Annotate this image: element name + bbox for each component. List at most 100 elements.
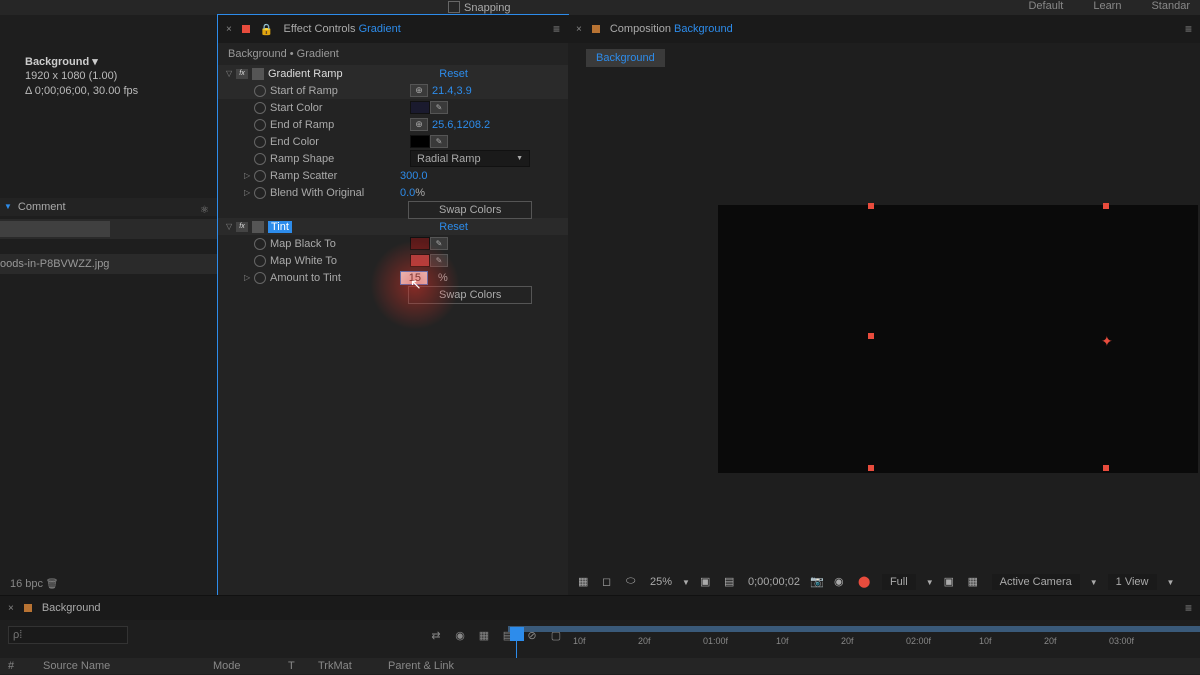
eyedropper-icon[interactable]: ✎ bbox=[430, 237, 448, 250]
toggle-icon[interactable]: ▤ bbox=[724, 575, 738, 589]
lock-icon[interactable]: 🔒 bbox=[260, 23, 274, 36]
views-dropdown[interactable]: 1 View bbox=[1108, 574, 1157, 590]
color-swatch[interactable] bbox=[410, 254, 430, 267]
transform-handle[interactable] bbox=[868, 203, 874, 209]
stopwatch-icon[interactable] bbox=[254, 187, 266, 199]
chevron-down-icon[interactable]: ▽ bbox=[226, 222, 236, 231]
close-icon[interactable]: × bbox=[8, 603, 14, 614]
effect-name-gradient-ramp[interactable]: Gradient Ramp bbox=[268, 68, 439, 80]
chevron-right-icon[interactable]: ▷ bbox=[244, 188, 254, 197]
stopwatch-icon[interactable] bbox=[254, 119, 266, 131]
workspace-default[interactable]: Default bbox=[1028, 0, 1063, 12]
shy-icon[interactable]: ▦ bbox=[476, 627, 492, 643]
col-trkmat[interactable]: TrkMat bbox=[318, 660, 368, 672]
timeline-tab[interactable]: Background bbox=[42, 602, 101, 614]
snapshot-icon[interactable]: ◉ bbox=[834, 575, 848, 589]
composition-frame[interactable] bbox=[718, 205, 1198, 473]
value-end-of-ramp[interactable]: 25.6,1208.2 bbox=[432, 119, 490, 131]
col-number[interactable]: # bbox=[8, 660, 23, 672]
chevron-down-icon[interactable]: ▽ bbox=[226, 69, 236, 78]
eyedropper-icon[interactable]: ✎ bbox=[430, 135, 448, 148]
close-icon[interactable]: × bbox=[576, 24, 582, 35]
flowchart-tab[interactable]: Background bbox=[586, 49, 665, 67]
bpc-button[interactable]: 16 bpc bbox=[10, 578, 43, 590]
fx-badge-icon[interactable]: fx bbox=[236, 222, 248, 232]
composition-mini-flowchart-icon[interactable]: ⇄ bbox=[428, 627, 444, 643]
swap-colors-button[interactable]: Swap Colors bbox=[408, 286, 532, 304]
transparency-icon[interactable]: ▦ bbox=[968, 575, 982, 589]
project-file-row[interactable]: oods-in-P8BVWZZ.jpg bbox=[0, 254, 218, 274]
mask-icon[interactable]: ◻ bbox=[602, 575, 616, 589]
transform-handle[interactable] bbox=[868, 333, 874, 339]
stopwatch-icon[interactable] bbox=[254, 255, 266, 267]
close-icon[interactable]: × bbox=[226, 24, 232, 35]
snapping-checkbox[interactable] bbox=[448, 1, 460, 13]
stopwatch-icon[interactable] bbox=[254, 136, 266, 148]
col-mode[interactable]: Mode bbox=[213, 660, 268, 672]
col-parent[interactable]: Parent & Link bbox=[388, 660, 454, 672]
panel-menu-icon[interactable]: ≡ bbox=[1185, 22, 1192, 36]
panel-title: Effect Controls bbox=[284, 23, 356, 35]
color-swatch[interactable] bbox=[410, 101, 430, 114]
panel-menu-icon[interactable]: ≡ bbox=[1185, 601, 1192, 615]
time-ruler[interactable]: 10f 20f 01:00f 10f 20f 02:00f 10f 20f 03… bbox=[508, 631, 1200, 651]
panel-menu-icon[interactable]: ≡ bbox=[553, 22, 560, 36]
color-swatch[interactable] bbox=[410, 135, 430, 148]
current-timecode[interactable]: 0;00;00;02 bbox=[748, 576, 800, 588]
value-start-of-ramp[interactable]: 21.4,3.9 bbox=[432, 85, 472, 97]
value-blend[interactable]: 0.0 bbox=[400, 187, 415, 199]
chevron-right-icon[interactable]: ▷ bbox=[244, 171, 254, 180]
camera-dropdown[interactable]: Active Camera bbox=[992, 574, 1080, 590]
reset-button[interactable]: Reset bbox=[439, 68, 468, 80]
stopwatch-icon[interactable] bbox=[254, 238, 266, 250]
region-icon[interactable]: ▣ bbox=[944, 575, 958, 589]
draft-3d-icon[interactable]: ◉ bbox=[452, 627, 468, 643]
color-swatch[interactable] bbox=[410, 237, 430, 250]
zoom-dropdown[interactable]: 25% bbox=[650, 576, 672, 588]
3d-icon[interactable]: ⬭ bbox=[626, 575, 640, 589]
workspace-standard[interactable]: Standar bbox=[1151, 0, 1190, 12]
stopwatch-icon[interactable] bbox=[254, 85, 266, 97]
col-source-name[interactable]: Source Name bbox=[43, 660, 193, 672]
eyedropper-icon[interactable]: ✎ bbox=[430, 254, 448, 267]
stopwatch-icon[interactable] bbox=[254, 170, 266, 182]
panel-title-layer[interactable]: Gradient bbox=[359, 23, 401, 35]
crosshair-button[interactable]: ⊕ bbox=[410, 84, 428, 97]
grid-icon[interactable]: ▦ bbox=[578, 575, 592, 589]
prop-map-white: Map White To bbox=[270, 255, 410, 267]
timeline-search-input[interactable] bbox=[8, 626, 128, 644]
comment-header[interactable]: Comment bbox=[18, 201, 214, 213]
composition-name[interactable]: Background ▾ bbox=[25, 55, 193, 69]
project-panel: Background ▾ 1920 x 1080 (1.00) Δ 0;00;0… bbox=[0, 15, 218, 595]
active-indicator-icon bbox=[592, 25, 600, 33]
eyedropper-icon[interactable]: ✎ bbox=[430, 101, 448, 114]
resolution-dropdown[interactable]: Full bbox=[882, 574, 916, 590]
stopwatch-icon[interactable] bbox=[254, 102, 266, 114]
effect-preset-icon[interactable] bbox=[252, 68, 264, 80]
anchor-point-icon[interactable]: ✦ bbox=[1101, 333, 1115, 347]
channel-icon[interactable]: ⬤ bbox=[858, 575, 872, 589]
camera-icon[interactable]: 📷 bbox=[810, 575, 824, 589]
dropdown-arrow-icon[interactable]: ▼ bbox=[4, 202, 12, 211]
composition-viewer[interactable]: ✦ bbox=[718, 75, 1200, 565]
col-t[interactable]: T bbox=[288, 660, 298, 672]
effect-name-tint[interactable]: Tint bbox=[268, 221, 292, 233]
crosshair-button[interactable]: ⊕ bbox=[410, 118, 428, 131]
stopwatch-icon[interactable] bbox=[254, 153, 266, 165]
toggle-icon[interactable]: ▣ bbox=[700, 575, 714, 589]
transform-handle[interactable] bbox=[1103, 203, 1109, 209]
value-ramp-scatter[interactable]: 300.0 bbox=[400, 170, 428, 182]
ramp-shape-dropdown[interactable]: Radial Ramp▼ bbox=[410, 150, 530, 167]
swap-colors-button[interactable]: Swap Colors bbox=[408, 201, 532, 219]
hierarchy-icon[interactable]: ⚛ bbox=[200, 205, 209, 216]
workspace-learn[interactable]: Learn bbox=[1093, 0, 1121, 12]
comp-panel-link[interactable]: Background bbox=[674, 23, 733, 35]
transform-handle[interactable] bbox=[1103, 465, 1109, 471]
transform-handle[interactable] bbox=[868, 465, 874, 471]
fx-badge-icon[interactable]: fx bbox=[236, 69, 248, 79]
prop-blend: Blend With Original bbox=[270, 187, 400, 199]
effect-preset-icon[interactable] bbox=[252, 221, 264, 233]
chevron-right-icon[interactable]: ▷ bbox=[244, 273, 254, 282]
stopwatch-icon[interactable] bbox=[254, 272, 266, 284]
reset-button[interactable]: Reset bbox=[439, 221, 468, 233]
